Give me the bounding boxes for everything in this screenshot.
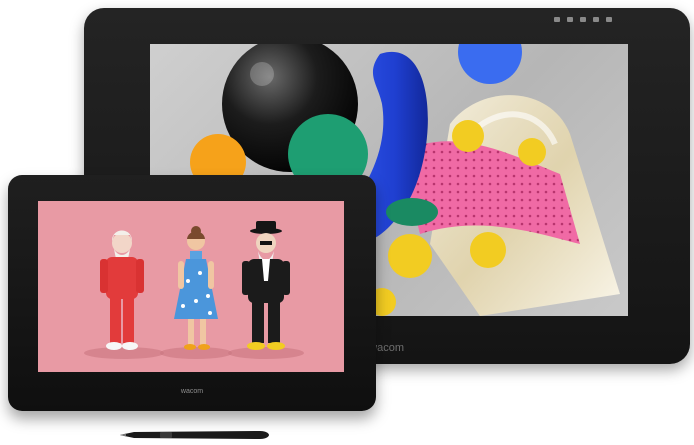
express-key-icon bbox=[554, 17, 560, 22]
express-key-icon bbox=[580, 17, 586, 22]
green-swirl bbox=[386, 198, 438, 226]
three-characters-artwork bbox=[84, 221, 304, 359]
yellow-circle bbox=[518, 138, 546, 166]
character-red-suit bbox=[100, 230, 144, 350]
yellow-circle bbox=[470, 232, 506, 268]
express-key-icon bbox=[593, 17, 599, 22]
blue-sphere bbox=[458, 44, 522, 84]
yellow-circle bbox=[388, 234, 432, 278]
wacom-logo-small: wacom bbox=[180, 388, 204, 395]
character-black-suit bbox=[242, 221, 290, 350]
express-key-icon bbox=[606, 17, 612, 22]
small-pen-display: wacom bbox=[8, 175, 376, 411]
character-blue-dress bbox=[174, 226, 218, 350]
sphere-highlight bbox=[250, 62, 274, 86]
small-display-screen bbox=[38, 201, 344, 372]
express-key-icon bbox=[567, 17, 573, 22]
stylus-pen-icon bbox=[120, 431, 269, 439]
yellow-circle bbox=[452, 120, 484, 152]
express-keys bbox=[554, 17, 612, 22]
